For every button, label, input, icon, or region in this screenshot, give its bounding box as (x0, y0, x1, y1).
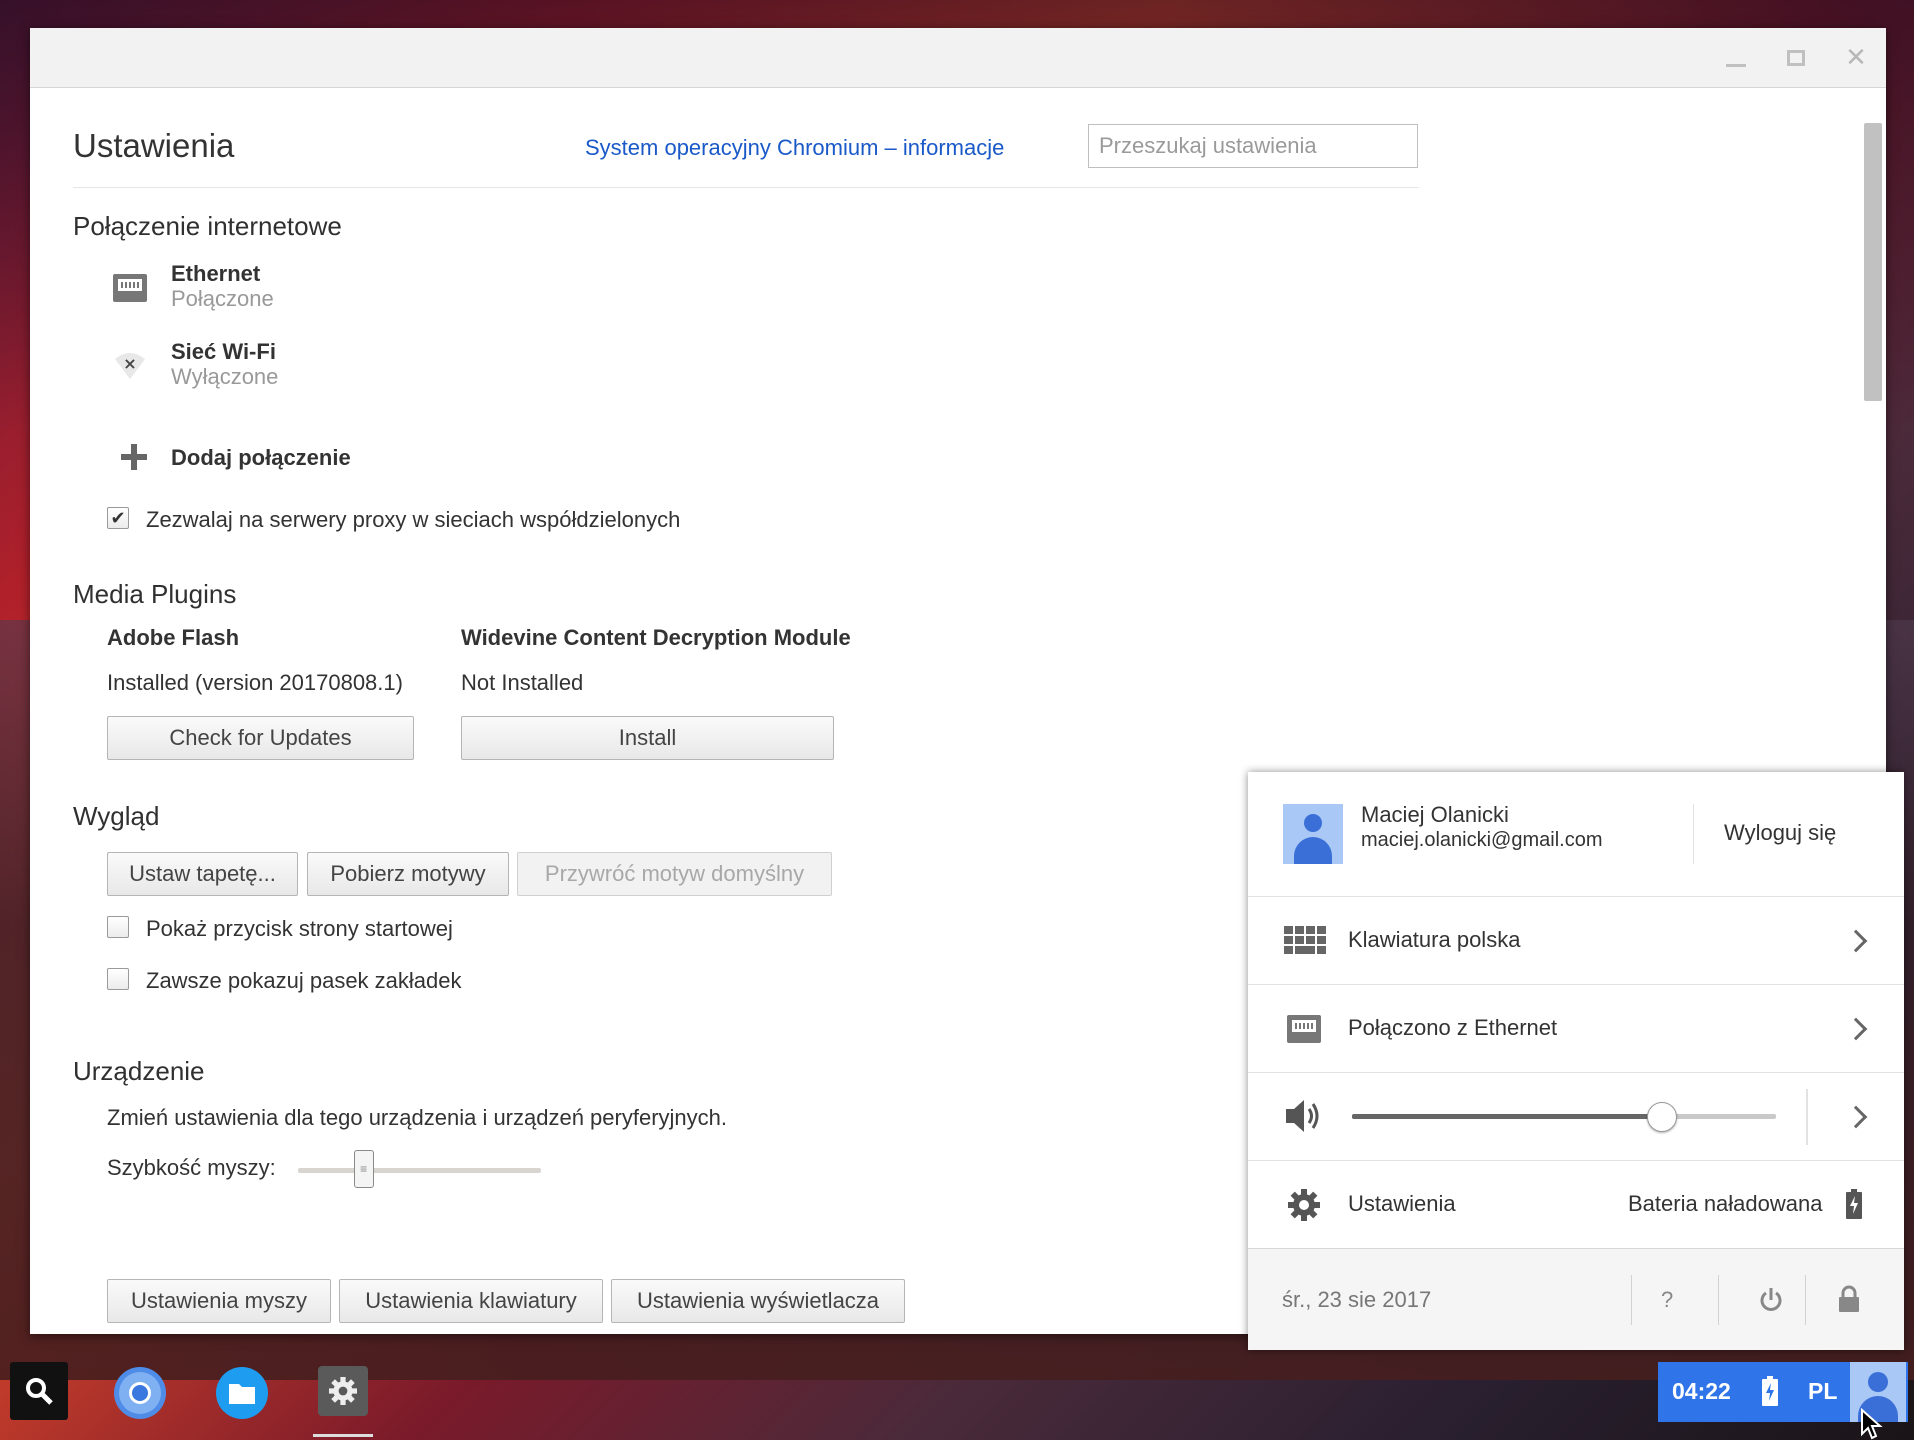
volume-icon[interactable] (1284, 1097, 1324, 1135)
add-connection-label: Dodaj połączenie (171, 445, 351, 470)
ethernet-icon (113, 274, 147, 302)
add-connection-button[interactable]: Dodaj połączenie (112, 439, 512, 479)
proxy-checkbox-label: Zezwalaj na serwery proxy w sieciach wsp… (146, 507, 681, 532)
ethernet-icon (1287, 1015, 1321, 1043)
footer-divider (1805, 1275, 1806, 1325)
set-wallpaper-button[interactable]: Ustaw tapetę... (107, 852, 298, 896)
section-title-appearance: Wygląd (73, 801, 160, 831)
input-language: PL (1808, 1378, 1838, 1404)
tray-row-volume (1248, 1072, 1904, 1160)
plugin-status-flash: Installed (version 20170808.1) (107, 670, 403, 695)
sign-out-button[interactable]: Wyloguj się (1724, 820, 1836, 846)
chevron-right-icon (1844, 929, 1868, 953)
gear-icon[interactable] (1288, 1189, 1320, 1221)
battery-status: Bateria naładowana (1628, 1191, 1823, 1216)
network-item-wifi[interactable]: × Sieć Wi-Fi Wyłączone (112, 339, 612, 397)
launcher-button[interactable] (10, 1362, 68, 1420)
home-button-checkbox[interactable] (107, 916, 129, 938)
network-status-label: Połączono z Ethernet (1348, 1015, 1558, 1040)
chevron-right-icon[interactable] (1844, 1105, 1868, 1129)
close-icon[interactable]: ✕ (1840, 42, 1872, 74)
volume-divider (1806, 1089, 1808, 1145)
tray-footer: śr., 23 sie 2017 ? (1248, 1248, 1904, 1350)
header-divider (73, 187, 1419, 188)
section-title-device: Urządzenie (73, 1056, 205, 1086)
search-input[interactable] (1088, 124, 1418, 168)
check-updates-button[interactable]: Check for Updates (107, 716, 414, 760)
network-status: Połączone (171, 286, 274, 311)
mouse-settings-button[interactable]: Ustawienia myszy (107, 1279, 331, 1323)
footer-divider (1631, 1275, 1632, 1325)
section-title-media: Media Plugins (73, 579, 237, 609)
maximize-icon[interactable] (1780, 42, 1812, 74)
keyboard-layout-label: Klawiatura polska (1348, 927, 1521, 952)
display-settings-button[interactable]: Ustawienia wyświetlacza (611, 1279, 905, 1323)
svg-text:×: × (123, 354, 136, 373)
volume-slider-handle[interactable] (1646, 1102, 1677, 1132)
mouse-speed-slider[interactable] (298, 1168, 541, 1173)
battery-icon (1846, 1189, 1862, 1219)
keyboard-icon (1284, 926, 1326, 954)
user-avatar (1283, 804, 1343, 864)
user-name: Maciej Olanicki (1361, 802, 1509, 827)
bookmarks-bar-checkbox-label: Zawsze pokazuj pasek zakładek (146, 968, 462, 993)
user-email: maciej.olanicki@gmail.com (1361, 829, 1603, 851)
plugin-name-flash: Adobe Flash (107, 625, 240, 650)
mouse-cursor-icon (1861, 1408, 1883, 1440)
signout-divider (1693, 804, 1694, 864)
power-icon[interactable] (1759, 1287, 1783, 1313)
proxy-checkbox[interactable]: ✔ (107, 507, 129, 529)
chevron-right-icon (1844, 1017, 1868, 1041)
footer-divider (1718, 1275, 1719, 1325)
settings-link[interactable]: Ustawienia (1348, 1191, 1456, 1217)
tray-row-network[interactable]: Połączono z Ethernet (1248, 984, 1904, 1072)
keyboard-settings-button[interactable]: Ustawienia klawiatury (339, 1279, 603, 1323)
page-title: Ustawienia (73, 127, 235, 164)
clock: 04:22 (1672, 1378, 1731, 1404)
scrollbar-thumb[interactable] (1864, 123, 1882, 401)
shelf (0, 1352, 1914, 1440)
window-titlebar[interactable]: ✕ (30, 28, 1886, 88)
tray-row-keyboard[interactable]: Klawiatura polska (1248, 896, 1904, 984)
chromium-icon[interactable] (113, 1366, 167, 1420)
plugin-name-widevine: Widevine Content Decryption Module (461, 625, 851, 650)
gear-icon (329, 1377, 357, 1405)
help-icon[interactable]: ? (1661, 1287, 1673, 1313)
reset-theme-button[interactable]: Przywróć motyw domyślny (517, 852, 832, 896)
device-description: Zmień ustawienia dla tego urządzenia i u… (107, 1105, 727, 1130)
mouse-speed-slider-handle[interactable]: ≡ (353, 1150, 374, 1188)
bookmarks-bar-checkbox[interactable] (107, 968, 129, 990)
date-label: śr., 23 sie 2017 (1282, 1287, 1432, 1312)
home-button-checkbox-label: Pokaż przycisk strony startowej (146, 916, 453, 941)
get-themes-button[interactable]: Pobierz motywy (307, 852, 509, 896)
plugin-status-widevine: Not Installed (461, 670, 584, 695)
tray-row-settings: Ustawienia Bateria naładowana (1248, 1160, 1904, 1248)
files-app-icon[interactable] (215, 1366, 269, 1420)
lock-icon[interactable] (1838, 1285, 1860, 1313)
battery-icon (1762, 1376, 1778, 1406)
search-icon (26, 1378, 53, 1405)
network-status: Wyłączone (171, 364, 279, 389)
network-item-ethernet[interactable]: Ethernet Połączone (112, 261, 612, 319)
about-link[interactable]: System operacyjny Chromium – informacje (585, 135, 1004, 161)
volume-slider-fill (1352, 1114, 1662, 1119)
wifi-off-icon: × (115, 353, 145, 379)
settings-app-button[interactable] (318, 1366, 368, 1416)
plus-icon (121, 444, 147, 470)
section-title-internet: Połączenie internetowe (73, 211, 342, 241)
mouse-speed-label: Szybkość myszy: (107, 1155, 276, 1180)
install-button[interactable]: Install (461, 716, 834, 760)
active-app-indicator (313, 1434, 373, 1437)
network-name: Ethernet (171, 261, 261, 286)
system-tray-menu: Maciej Olanicki maciej.olanicki@gmail.co… (1248, 772, 1904, 1350)
minimize-icon[interactable] (1720, 42, 1752, 74)
network-name: Sieć Wi-Fi (171, 339, 276, 364)
